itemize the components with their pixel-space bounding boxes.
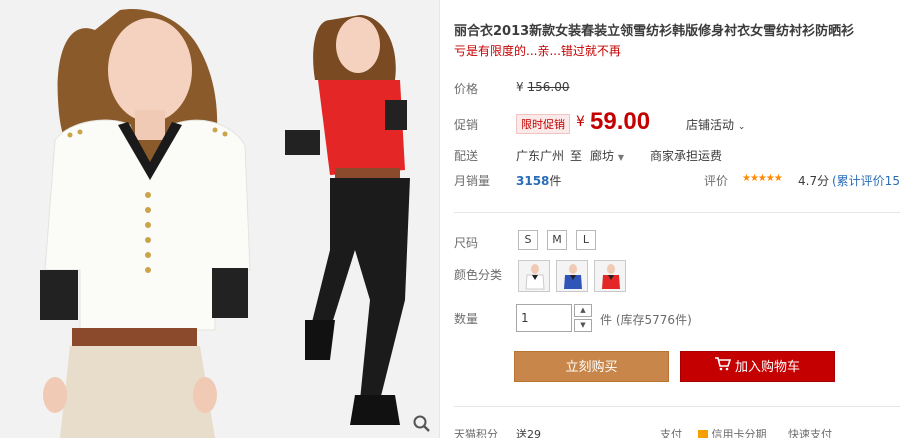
credit-card-icon xyxy=(698,430,708,438)
store-promotion-link[interactable]: 店铺活动 ⌄ xyxy=(686,116,745,133)
delivery-origin: 广东广州 xyxy=(516,149,565,163)
color-label: 颜色分类 xyxy=(454,268,503,282)
product-title: 丽合衣2013新款女装春装立领雪纺衫韩版修身衬衣女雪纺衬衫防晒衫 xyxy=(454,24,855,39)
promo-price-value: 59.00 xyxy=(590,108,651,135)
credit-installment[interactable]: 信用卡分期 xyxy=(698,426,767,438)
size-label: 尺码 xyxy=(454,236,479,250)
store-promotion-label: 店铺活动 xyxy=(686,118,735,132)
quantity-decrease-button[interactable]: ▼ xyxy=(574,319,592,332)
promo-price-currency: ¥ xyxy=(576,114,585,130)
dropdown-arrow-icon: ▼ xyxy=(617,153,624,162)
shipping-fee-note: 商家承担运费 xyxy=(650,149,723,163)
delivery-to: 至 xyxy=(570,149,583,163)
size-option-m[interactable]: M xyxy=(547,230,567,250)
flash-sale-badge: 限时促销 xyxy=(516,114,570,134)
original-price-currency: ¥ xyxy=(516,80,524,94)
promo-price-row: 促销 限时促销 ¥ 59.00 店铺活动 ⌄ xyxy=(454,108,894,138)
pay-label: 支付 xyxy=(660,428,682,438)
stock-info: 件 (库存5776件) xyxy=(600,311,692,328)
white-blouse-swatch xyxy=(519,261,549,291)
color-row: 颜色分类 xyxy=(454,260,894,294)
size-options: SML xyxy=(518,230,605,250)
blue-blouse-swatch xyxy=(557,261,587,291)
zoom-icon[interactable] xyxy=(412,414,432,434)
product-subtitle: 亏是有限度的...亲...错过就不再 xyxy=(454,44,621,58)
add-to-cart-button[interactable]: 加入购物车 xyxy=(680,351,835,382)
rating-score: 4.7分 xyxy=(798,174,830,188)
color-option-blue[interactable] xyxy=(556,260,588,292)
buy-now-button[interactable]: 立刻购买 xyxy=(514,351,669,382)
price-label: 价格 xyxy=(454,82,479,96)
quantity-increase-button[interactable]: ▲ xyxy=(574,304,592,317)
monthly-sales-label: 月销量 xyxy=(454,174,491,188)
monthly-sales-count: 3158 xyxy=(516,174,550,188)
rating-stars: ★★★★★ xyxy=(742,173,783,184)
size-option-s[interactable]: S xyxy=(518,230,538,250)
cart-icon xyxy=(714,352,732,383)
product-main-image[interactable] xyxy=(0,0,440,438)
promo-label: 促销 xyxy=(454,118,479,132)
monthly-sales: 3158件 xyxy=(516,172,561,189)
points-value: 送29 xyxy=(516,428,541,438)
product-photo xyxy=(0,0,439,438)
quantity-input[interactable] xyxy=(516,304,572,332)
delivery-destination: 廊坊 xyxy=(590,149,615,163)
size-row: 尺码 SML xyxy=(454,230,894,252)
original-price: ¥ 156.00 xyxy=(516,80,569,94)
points-label: 天猫积分 xyxy=(454,428,498,438)
chevron-down-icon: ⌄ xyxy=(737,122,746,132)
quantity-label: 数量 xyxy=(454,312,479,326)
delivery-label: 配送 xyxy=(454,149,479,163)
stock-count: (库存5776件) xyxy=(615,313,692,327)
color-option-red[interactable] xyxy=(594,260,626,292)
color-option-white[interactable] xyxy=(518,260,550,292)
monthly-sales-unit: 件 xyxy=(549,174,562,188)
divider xyxy=(454,406,900,407)
credit-installment-label: 信用卡分期 xyxy=(711,428,767,438)
red-blouse-swatch xyxy=(595,261,625,291)
size-option-l[interactable]: L xyxy=(576,230,596,250)
delivery-destination-select[interactable]: 廊坊 ▼ xyxy=(590,147,624,164)
review-count-link[interactable]: (累计评价1529 xyxy=(832,172,900,189)
add-to-cart-label: 加入购物车 xyxy=(734,360,800,375)
quantity-unit: 件 xyxy=(600,313,613,327)
rating-label: 评价 xyxy=(704,174,729,188)
divider xyxy=(454,212,900,213)
fast-pay: 快速支付 xyxy=(788,428,832,438)
quantity-row: 数量 ▲ ▼ 件 (库存5776件) xyxy=(454,304,894,334)
bottom-info-row: 天猫积分 送29 支付 信用卡分期 快速支付 xyxy=(454,426,900,438)
product-info-panel: 丽合衣2013新款女装春装立领雪纺衫韩版修身衬衣女雪纺衬衫防晒衫 亏是有限度的.… xyxy=(454,0,900,438)
original-price-value: 156.00 xyxy=(527,80,570,94)
